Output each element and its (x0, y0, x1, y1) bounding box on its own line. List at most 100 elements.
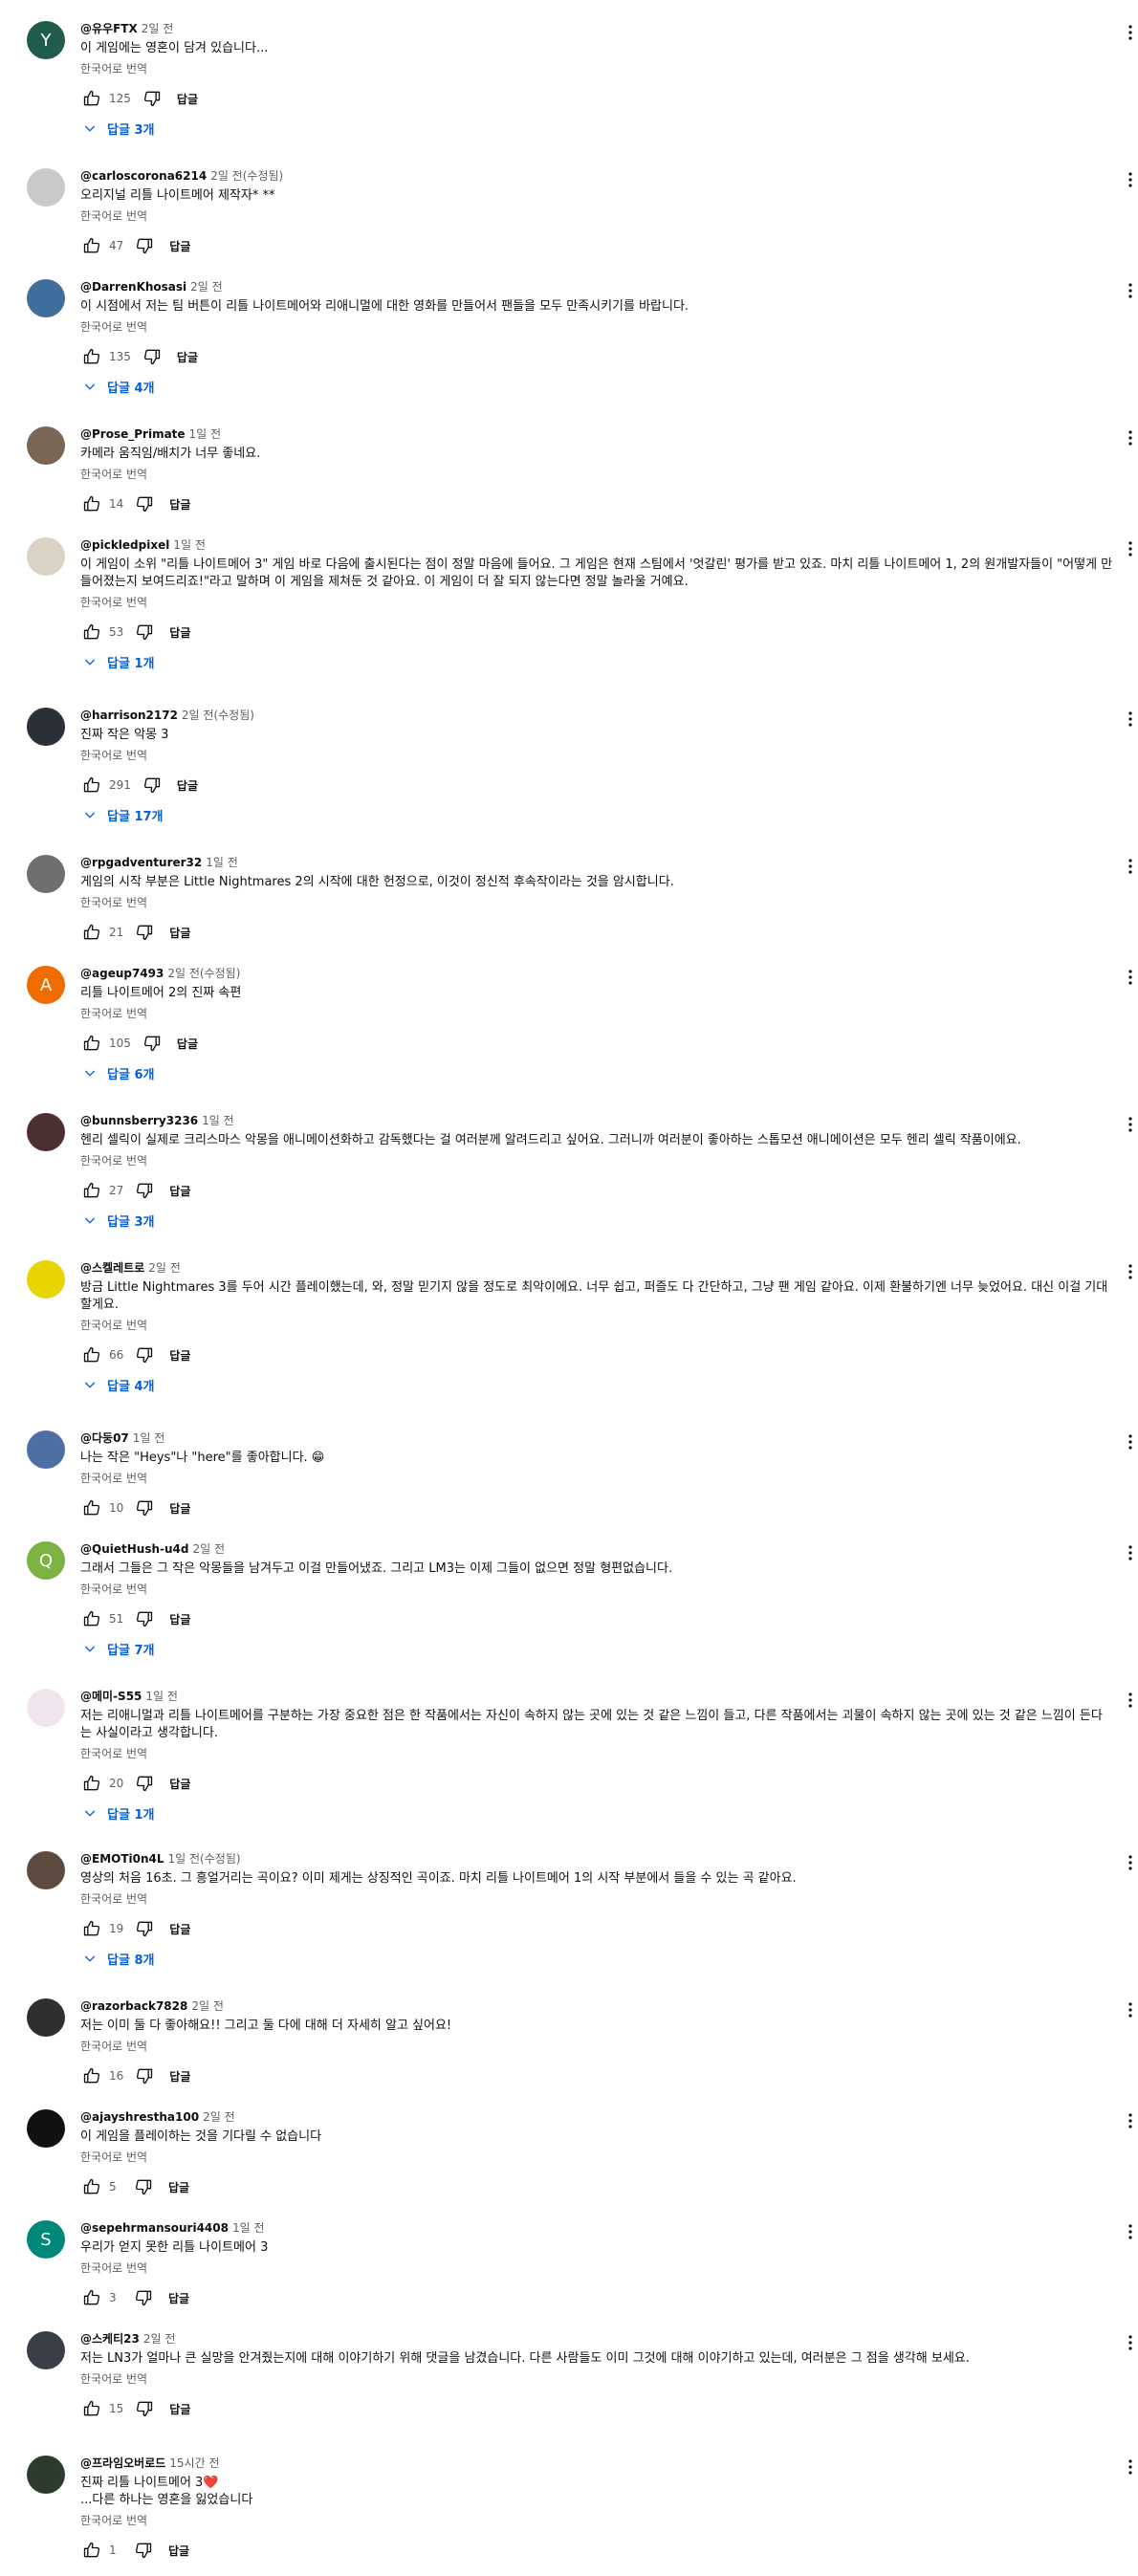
replies-toggle[interactable]: 답글 4개 (80, 1375, 1113, 1394)
comment-author[interactable]: @스케티23 (80, 2332, 140, 2346)
reply-button[interactable]: 답글 (169, 1776, 190, 1792)
like-button[interactable] (80, 1032, 103, 1055)
dislike-button[interactable] (141, 87, 164, 110)
like-button[interactable] (80, 2539, 103, 2562)
translate-link[interactable]: 한국어로 번역 (80, 595, 1113, 610)
translate-link[interactable]: 한국어로 번역 (80, 1891, 1113, 1907)
dislike-button[interactable] (133, 1496, 156, 1519)
replies-toggle[interactable]: 답글 1개 (80, 652, 1113, 671)
avatar[interactable] (27, 2109, 65, 2148)
replies-toggle[interactable]: 답글 6개 (80, 1063, 1113, 1082)
more-button[interactable] (1125, 1543, 1136, 1562)
avatar[interactable] (27, 855, 65, 893)
dislike-button[interactable] (133, 234, 156, 257)
translate-link[interactable]: 한국어로 번역 (80, 1471, 1113, 1486)
more-button[interactable] (1125, 1262, 1136, 1281)
reply-button[interactable]: 답글 (169, 238, 190, 254)
like-button[interactable] (80, 1772, 103, 1795)
more-button[interactable] (1125, 2457, 1136, 2477)
comment-timestamp[interactable]: 2일 전 (142, 22, 174, 35)
reply-button[interactable]: 답글 (177, 777, 198, 794)
translate-link[interactable]: 한국어로 번역 (80, 1746, 1113, 1761)
reply-button[interactable]: 답글 (169, 624, 190, 641)
dislike-button[interactable] (133, 2397, 156, 2420)
comment-author[interactable]: @harrison2172 (80, 709, 178, 722)
translate-link[interactable]: 한국어로 번역 (80, 1153, 1113, 1168)
translate-link[interactable]: 한국어로 번역 (80, 319, 1113, 335)
replies-toggle[interactable]: 답글 1개 (80, 1803, 1113, 1823)
dislike-button[interactable] (133, 492, 156, 515)
comment-timestamp[interactable]: 2일 전(수정됨) (167, 967, 240, 980)
reply-button[interactable]: 답글 (177, 349, 198, 365)
more-button[interactable] (1125, 1432, 1136, 1452)
avatar[interactable] (27, 1998, 65, 2037)
avatar[interactable] (27, 1260, 65, 1299)
avatar[interactable] (27, 168, 65, 207)
avatar[interactable] (27, 1430, 65, 1469)
reply-button[interactable]: 답글 (169, 1921, 190, 1937)
more-button[interactable] (1125, 281, 1136, 300)
more-button[interactable] (1125, 539, 1136, 558)
like-button[interactable] (80, 2286, 103, 2309)
more-button[interactable] (1125, 1691, 1136, 1710)
comment-author[interactable]: @EMOTi0n4L (80, 1852, 164, 1866)
comment-author[interactable]: @sepehrmansouri4408 (80, 2221, 229, 2235)
comment-timestamp[interactable]: 2일 전 (190, 280, 223, 294)
reply-button[interactable]: 답글 (177, 91, 198, 107)
comment-timestamp[interactable]: 1일 전 (206, 856, 238, 869)
avatar[interactable] (27, 426, 65, 465)
more-button[interactable] (1125, 2222, 1136, 2241)
avatar[interactable]: A (27, 966, 65, 1004)
translate-link[interactable]: 한국어로 번역 (80, 1006, 1113, 1021)
comment-timestamp[interactable]: 2일 전 (191, 1999, 224, 2013)
more-button[interactable] (1125, 968, 1136, 987)
more-button[interactable] (1125, 23, 1136, 42)
translate-link[interactable]: 한국어로 번역 (80, 748, 1113, 763)
dislike-button[interactable] (133, 1772, 156, 1795)
like-button[interactable] (80, 1343, 103, 1366)
comment-timestamp[interactable]: 2일 전(수정됨) (182, 709, 254, 722)
like-button[interactable] (80, 621, 103, 644)
comment-author[interactable]: @유우FTX (80, 22, 138, 35)
comment-author[interactable]: @bunnsberry3236 (80, 1114, 198, 1127)
dislike-button[interactable] (133, 621, 156, 644)
comment-author[interactable]: @Prose_Primate (80, 427, 186, 441)
comment-author[interactable]: @razorback7828 (80, 1999, 187, 2013)
dislike-button[interactable] (132, 2539, 155, 2562)
more-button[interactable] (1125, 2333, 1136, 2352)
translate-link[interactable]: 한국어로 번역 (80, 1318, 1113, 1333)
more-button[interactable] (1125, 170, 1136, 189)
reply-button[interactable]: 답글 (169, 496, 190, 513)
comment-author[interactable]: @DarrenKhosasi (80, 280, 186, 294)
comment-author[interactable]: @스켈레트로 (80, 1261, 144, 1275)
dislike-button[interactable] (133, 1343, 156, 1366)
translate-link[interactable]: 한국어로 번역 (80, 2260, 1113, 2276)
comment-timestamp[interactable]: 1일 전 (133, 1431, 165, 1445)
like-button[interactable] (80, 234, 103, 257)
avatar[interactable]: S (27, 2220, 65, 2259)
like-button[interactable] (80, 1496, 103, 1519)
avatar[interactable]: Y (27, 21, 65, 59)
more-button[interactable] (1125, 857, 1136, 876)
reply-button[interactable]: 답글 (168, 2179, 189, 2195)
replies-toggle[interactable]: 답글 7개 (80, 1639, 1113, 1658)
avatar[interactable] (27, 279, 65, 317)
like-button[interactable] (80, 774, 103, 797)
replies-toggle[interactable]: 답글 17개 (80, 805, 1113, 824)
comment-author[interactable]: @QuietHush-u4d (80, 1542, 188, 1556)
like-button[interactable] (80, 2397, 103, 2420)
translate-link[interactable]: 한국어로 번역 (80, 895, 1113, 910)
dislike-button[interactable] (133, 1179, 156, 1202)
like-button[interactable] (80, 921, 103, 944)
dislike-button[interactable] (141, 1032, 164, 1055)
avatar[interactable] (27, 1113, 65, 1151)
reply-button[interactable]: 답글 (168, 2290, 189, 2306)
reply-button[interactable]: 답글 (168, 2543, 189, 2559)
comment-timestamp[interactable]: 2일 전 (203, 2110, 235, 2124)
dislike-button[interactable] (133, 921, 156, 944)
comment-timestamp[interactable]: 1일 전(수정됨) (168, 1852, 241, 1866)
reply-button[interactable]: 답글 (169, 1183, 190, 1199)
dislike-button[interactable] (141, 345, 164, 368)
translate-link[interactable]: 한국어로 번역 (80, 1582, 1113, 1597)
comment-author[interactable]: @ageup7493 (80, 967, 164, 980)
